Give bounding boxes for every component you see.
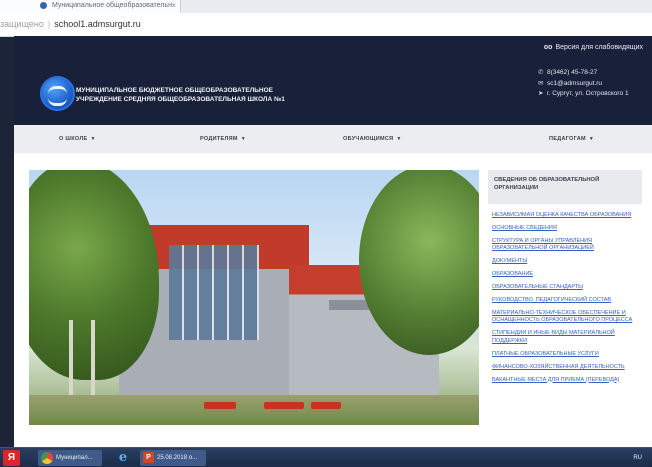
phone-text: 8(3462) 45-78-27	[547, 69, 598, 76]
browser-tab-strip: Муниципальное общеобразовательн ×	[0, 0, 652, 14]
url-text[interactable]: school1.admsurgut.ru	[54, 19, 141, 29]
school-building-photo	[29, 170, 479, 425]
nav-item-teachers[interactable]: ПЕДАГОГАМ ▼	[549, 125, 594, 153]
photo-birch-trunk	[91, 320, 95, 400]
mail-icon: ✉	[538, 79, 544, 87]
taskbar: Я Муниципал... e P 25.08.2018 о... RU	[0, 447, 652, 467]
photo-ground	[29, 395, 479, 425]
nav-item-parents[interactable]: РОДИТЕЛЯМ ▼	[200, 125, 246, 153]
school-name-line1: МУНИЦИПАЛЬНОЕ БЮДЖЕТНОЕ ОБЩЕОБРАЗОВАТЕЛЬ…	[76, 87, 274, 94]
photo-birch-trunk	[69, 320, 73, 400]
close-tab-icon[interactable]: ×	[171, 0, 176, 12]
location-icon: ➤	[538, 90, 544, 97]
chevron-down-icon: ▼	[396, 136, 402, 142]
nav-item-students[interactable]: ОБУЧАЮЩИМСЯ ▼	[343, 125, 402, 153]
browser-tab[interactable]: Муниципальное общеобразовательн ×	[0, 0, 181, 13]
sidebar-title: СВЕДЕНИЯ ОБ ОБРАЗОВАТЕЛЬНОЙ ОРГАНИЗАЦИИ	[488, 170, 642, 204]
sidebar-links: НЕЗАВИСИМАЯ ОЦЕНКА КАЧЕСТВА ОБРАЗОВАНИЯ …	[488, 212, 642, 384]
nav-item-about[interactable]: О ШКОЛЕ ▼	[59, 125, 96, 153]
photo-windows	[169, 245, 259, 340]
photo-bench	[311, 402, 341, 409]
site-favicon-icon	[40, 1, 47, 9]
taskbar-chrome-label: Муниципал...	[56, 455, 93, 461]
chrome-icon	[41, 452, 53, 464]
sidebar-link-standards[interactable]: ОБРАЗОВАТЕЛЬНЫЕ СТАНДАРТЫ	[488, 284, 642, 292]
secure-label: защищено	[0, 19, 44, 29]
sidebar-link-scholarships[interactable]: СТИПЕНДИИ И ИНЫЕ ВИДЫ МАТЕРИАЛЬНОЙ ПОДДЕ…	[488, 330, 642, 345]
sidebar-link-quality-assessment[interactable]: НЕЗАВИСИМАЯ ОЦЕНКА КАЧЕСТВА ОБРАЗОВАНИЯ	[488, 212, 642, 220]
taskbar-powerpoint-label: 25.08.2018 о...	[157, 455, 198, 461]
browser-tab-title: Муниципальное общеобразовательн	[51, 2, 172, 9]
content-area: СВЕДЕНИЯ ОБ ОБРАЗОВАТЕЛЬНОЙ ОРГАНИЗАЦИИ …	[14, 153, 652, 447]
sidebar-link-facilities[interactable]: МАТЕРИАЛЬНО-ТЕХНИЧЕСКОЕ ОБЕСПЕЧЕНИЕ И ОС…	[488, 310, 642, 325]
internet-explorer-icon[interactable]: e	[112, 450, 134, 466]
chevron-down-icon: ▼	[90, 136, 96, 142]
sidebar-link-basic-info[interactable]: ОСНОВНЫЕ СВЕДЕНИЯ	[488, 225, 642, 233]
sidebar-link-education[interactable]: ОБРАЗОВАНИЕ	[488, 271, 642, 279]
nav-item-label: ОБУЧАЮЩИМСЯ	[343, 136, 394, 142]
low-vision-link[interactable]: oo Версия для слабовидящих	[544, 44, 643, 51]
taskbar-powerpoint-window[interactable]: P 25.08.2018 о...	[140, 450, 206, 466]
phone-icon: ✆	[538, 69, 544, 76]
phone-row: ✆ 8(3462) 45-78-27	[538, 68, 652, 79]
chevron-down-icon: ▼	[240, 136, 247, 142]
sidebar-link-finance[interactable]: ФИНАНСОВО-ХОЗЯЙСТВЕННАЯ ДЕЯТЕЛЬНОСТЬ	[488, 364, 642, 372]
email-row[interactable]: ✉ sc1@admsurgut.ru	[538, 79, 652, 90]
sidebar-link-staff[interactable]: РУКОВОДСТВО. ПЕДАГОГИЧЕСКИЙ СОСТАВ	[488, 297, 642, 305]
powerpoint-icon: P	[143, 452, 154, 463]
taskbar-chrome-window[interactable]: Муниципал...	[38, 450, 102, 466]
sidebar-link-vacancies[interactable]: ВАКАНТНЫЕ МЕСТА ДЛЯ ПРИЕМА (ПЕРЕВОДА)	[488, 377, 642, 385]
contacts-block: ✆ 8(3462) 45-78-27 ✉ sc1@admsurgut.ru ➤ г. …	[538, 68, 652, 100]
photo-bench	[264, 402, 304, 409]
school-name-line2: УЧРЕЖДЕНИЕ СРЕДНЯЯ ОБЩЕОБРАЗОВАТЕЛЬНАЯ Ш…	[76, 96, 285, 103]
sidebar-link-structure[interactable]: СТРУКТУРА И ОРГАНЫ УПРАВЛЕНИЯ ОБРАЗОВАТЕ…	[488, 238, 642, 253]
language-indicator[interactable]: RU	[633, 450, 642, 466]
nav-item-label: РОДИТЕЛЯМ	[200, 136, 238, 142]
address-separator: |	[47, 19, 51, 29]
yandex-start-icon[interactable]: Я	[3, 450, 20, 466]
glasses-icon: oo	[543, 44, 553, 51]
site-header: oo Версия для слабовидящих МУНИЦИПАЛЬНОЕ …	[14, 36, 652, 125]
sidebar-link-documents[interactable]: ДОКУМЕНТЫ	[488, 258, 642, 266]
low-vision-label: Версия для слабовидящих	[555, 44, 643, 51]
school-logo-icon[interactable]	[40, 76, 75, 111]
address-row: ➤ г. Сургут, ул. Островского 1	[538, 89, 652, 100]
photo-bench	[204, 402, 236, 409]
school-name[interactable]: МУНИЦИПАЛЬНОЕ БЮДЖЕТНОЕ ОБЩЕОБРАЗОВАТЕЛЬ…	[76, 86, 336, 104]
nav-item-label: О ШКОЛЕ	[59, 136, 88, 142]
sidebar-link-paid-services[interactable]: ПЛАТНЫЕ ОБРАЗОВАТЕЛЬНЫЕ УСЛУГИ	[488, 351, 642, 359]
chevron-down-icon: ▼	[588, 136, 595, 142]
main-nav: О ШКОЛЕ ▼ РОДИТЕЛЯМ ▼ ОБУЧАЮЩИМСЯ ▼ ПЕДАГОГ…	[14, 125, 652, 154]
address-bar[interactable]: защищено | school1.admsurgut.ru	[0, 13, 652, 37]
org-info-sidebar: СВЕДЕНИЯ ОБ ОБРАЗОВАТЕЛЬНОЙ ОРГАНИЗАЦИИ …	[488, 170, 642, 389]
email-text[interactable]: sc1@admsurgut.ru	[547, 80, 602, 87]
address-text: г. Сургут, ул. Островского 1	[547, 90, 629, 97]
nav-item-label: ПЕДАГОГАМ	[549, 136, 586, 142]
